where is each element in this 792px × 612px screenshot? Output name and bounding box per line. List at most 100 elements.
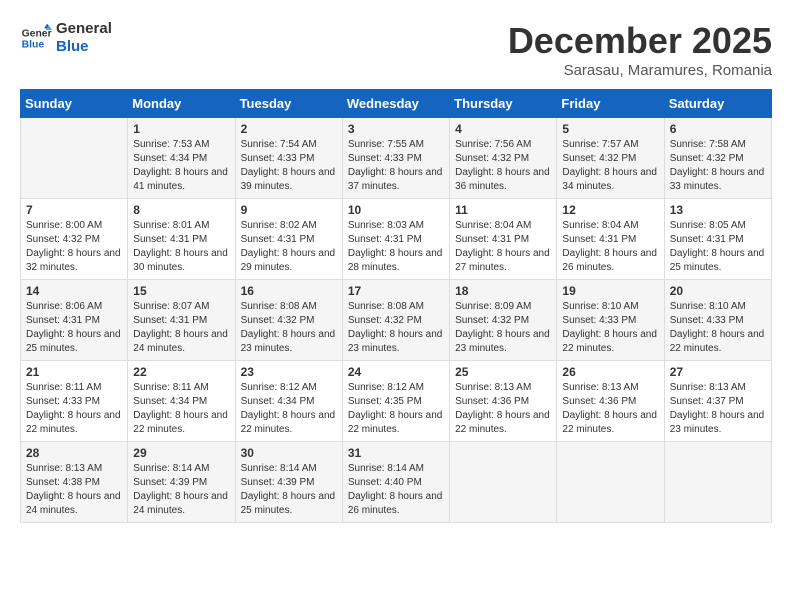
day-info: Sunrise: 8:12 AMSunset: 4:34 PMDaylight:…	[241, 381, 337, 437]
subtitle: Sarasau, Maramures, Romania	[508, 62, 772, 79]
weekday-header: Wednesday	[342, 90, 449, 118]
calendar-cell: 15Sunrise: 8:07 AMSunset: 4:31 PMDayligh…	[128, 280, 235, 361]
calendar-cell: 16Sunrise: 8:08 AMSunset: 4:32 PMDayligh…	[235, 280, 342, 361]
calendar-week-row: 1 Sunrise: 7:53 AMSunset: 4:34 PMDaylight…	[21, 118, 772, 199]
day-info: Sunrise: 8:06 AMSunset: 4:31 PMDaylight:…	[26, 300, 122, 356]
day-info: Sunrise: 8:13 AMSunset: 4:38 PMDaylight:…	[26, 462, 122, 518]
page-header: General Blue General Blue December 2025 …	[20, 20, 772, 79]
weekday-header: Saturday	[664, 90, 771, 118]
calendar-cell: 13 Sunrise: 8:05 AMSunset: 4:31 PMDayligh…	[664, 199, 771, 280]
calendar-week-row: 7Sunrise: 8:00 AMSunset: 4:32 PMDaylight…	[21, 199, 772, 280]
svg-text:General: General	[22, 28, 52, 39]
calendar-cell	[21, 118, 128, 199]
logo-icon: General Blue	[20, 22, 52, 54]
day-info: Sunrise: 8:11 AMSunset: 4:34 PMDaylight:…	[133, 381, 229, 437]
day-number: 24	[348, 365, 444, 379]
day-number: 30	[241, 446, 337, 460]
day-info: Sunrise: 8:04 AMSunset: 4:31 PMDaylight:…	[455, 219, 551, 275]
calendar-cell: 19 Sunrise: 8:10 AMSunset: 4:33 PMDayligh…	[557, 280, 664, 361]
calendar-cell: 14Sunrise: 8:06 AMSunset: 4:31 PMDayligh…	[21, 280, 128, 361]
calendar-cell: 29Sunrise: 8:14 AMSunset: 4:39 PMDayligh…	[128, 442, 235, 523]
day-number: 11	[455, 203, 551, 217]
day-number: 2	[241, 122, 337, 136]
day-number: 18	[455, 284, 551, 298]
svg-text:Blue: Blue	[22, 40, 45, 51]
calendar-body: 1 Sunrise: 7:53 AMSunset: 4:34 PMDaylight…	[21, 118, 772, 523]
day-number: 12	[562, 203, 658, 217]
day-info: Sunrise: 8:08 AMSunset: 4:32 PMDaylight:…	[241, 300, 337, 356]
day-number: 21	[26, 365, 122, 379]
day-info: Sunrise: 7:57 AMSunset: 4:32 PMDaylight:…	[562, 138, 658, 194]
calendar-cell: 11 Sunrise: 8:04 AMSunset: 4:31 PMDayligh…	[450, 199, 557, 280]
day-info: Sunrise: 8:08 AMSunset: 4:32 PMDaylight:…	[348, 300, 444, 356]
day-info: Sunrise: 8:09 AMSunset: 4:32 PMDaylight:…	[455, 300, 551, 356]
day-number: 1	[133, 122, 229, 136]
day-info: Sunrise: 8:14 AMSunset: 4:39 PMDaylight:…	[133, 462, 229, 518]
calendar-week-row: 14Sunrise: 8:06 AMSunset: 4:31 PMDayligh…	[21, 280, 772, 361]
calendar-cell: 22 Sunrise: 8:11 AMSunset: 4:34 PMDayligh…	[128, 361, 235, 442]
day-info: Sunrise: 8:10 AMSunset: 4:33 PMDaylight:…	[562, 300, 658, 356]
weekday-header: Tuesday	[235, 90, 342, 118]
calendar-cell	[450, 442, 557, 523]
day-info: Sunrise: 7:58 AMSunset: 4:32 PMDaylight:…	[670, 138, 766, 194]
day-number: 10	[348, 203, 444, 217]
day-info: Sunrise: 8:14 AMSunset: 4:39 PMDaylight:…	[241, 462, 337, 518]
calendar-cell: 8 Sunrise: 8:01 AMSunset: 4:31 PMDaylight…	[128, 199, 235, 280]
day-number: 6	[670, 122, 766, 136]
day-number: 26	[562, 365, 658, 379]
calendar-cell: 21 Sunrise: 8:11 AMSunset: 4:33 PMDayligh…	[21, 361, 128, 442]
calendar-cell: 30 Sunrise: 8:14 AMSunset: 4:39 PMDayligh…	[235, 442, 342, 523]
month-title: December 2025	[508, 20, 772, 62]
day-number: 28	[26, 446, 122, 460]
day-info: Sunrise: 8:14 AMSunset: 4:40 PMDaylight:…	[348, 462, 444, 518]
calendar-cell: 1 Sunrise: 7:53 AMSunset: 4:34 PMDaylight…	[128, 118, 235, 199]
calendar-cell	[557, 442, 664, 523]
day-info: Sunrise: 8:00 AMSunset: 4:32 PMDaylight:…	[26, 219, 122, 275]
calendar-cell: 26Sunrise: 8:13 AMSunset: 4:36 PMDayligh…	[557, 361, 664, 442]
day-number: 20	[670, 284, 766, 298]
day-number: 15	[133, 284, 229, 298]
calendar-cell: 2 Sunrise: 7:54 AMSunset: 4:33 PMDaylight…	[235, 118, 342, 199]
day-number: 31	[348, 446, 444, 460]
day-info: Sunrise: 8:03 AMSunset: 4:31 PMDaylight:…	[348, 219, 444, 275]
weekday-header: Monday	[128, 90, 235, 118]
day-info: Sunrise: 8:05 AMSunset: 4:31 PMDaylight:…	[670, 219, 766, 275]
calendar-cell: 7Sunrise: 8:00 AMSunset: 4:32 PMDaylight…	[21, 199, 128, 280]
day-info: Sunrise: 7:53 AMSunset: 4:34 PMDaylight:…	[133, 138, 229, 194]
calendar-table: SundayMondayTuesdayWednesdayThursdayFrid…	[20, 89, 772, 523]
day-number: 8	[133, 203, 229, 217]
calendar-cell: 5Sunrise: 7:57 AMSunset: 4:32 PMDaylight…	[557, 118, 664, 199]
calendar-cell: 20Sunrise: 8:10 AMSunset: 4:33 PMDayligh…	[664, 280, 771, 361]
calendar-cell: 12Sunrise: 8:04 AMSunset: 4:31 PMDayligh…	[557, 199, 664, 280]
day-info: Sunrise: 8:13 AMSunset: 4:36 PMDaylight:…	[455, 381, 551, 437]
calendar-cell: 10 Sunrise: 8:03 AMSunset: 4:31 PMDayligh…	[342, 199, 449, 280]
calendar-cell: 6 Sunrise: 7:58 AMSunset: 4:32 PMDaylight…	[664, 118, 771, 199]
calendar-cell	[664, 442, 771, 523]
day-number: 17	[348, 284, 444, 298]
calendar-cell: 25Sunrise: 8:13 AMSunset: 4:36 PMDayligh…	[450, 361, 557, 442]
day-info: Sunrise: 8:11 AMSunset: 4:33 PMDaylight:…	[26, 381, 122, 437]
day-info: Sunrise: 7:54 AMSunset: 4:33 PMDaylight:…	[241, 138, 337, 194]
day-number: 19	[562, 284, 658, 298]
day-info: Sunrise: 7:55 AMSunset: 4:33 PMDaylight:…	[348, 138, 444, 194]
calendar-cell: 4Sunrise: 7:56 AMSunset: 4:32 PMDaylight…	[450, 118, 557, 199]
day-number: 22	[133, 365, 229, 379]
day-number: 23	[241, 365, 337, 379]
calendar-week-row: 28 Sunrise: 8:13 AMSunset: 4:38 PMDayligh…	[21, 442, 772, 523]
day-info: Sunrise: 8:01 AMSunset: 4:31 PMDaylight:…	[133, 219, 229, 275]
day-info: Sunrise: 8:02 AMSunset: 4:31 PMDaylight:…	[241, 219, 337, 275]
day-number: 4	[455, 122, 551, 136]
calendar-cell: 28 Sunrise: 8:13 AMSunset: 4:38 PMDayligh…	[21, 442, 128, 523]
logo-text-general: General	[56, 20, 112, 38]
calendar-cell: 17 Sunrise: 8:08 AMSunset: 4:32 PMDayligh…	[342, 280, 449, 361]
weekday-header: Thursday	[450, 90, 557, 118]
day-info: Sunrise: 8:12 AMSunset: 4:35 PMDaylight:…	[348, 381, 444, 437]
calendar-cell: 24 Sunrise: 8:12 AMSunset: 4:35 PMDayligh…	[342, 361, 449, 442]
title-block: December 2025 Sarasau, Maramures, Romani…	[508, 20, 772, 79]
day-info: Sunrise: 8:13 AMSunset: 4:37 PMDaylight:…	[670, 381, 766, 437]
calendar-cell: 3Sunrise: 7:55 AMSunset: 4:33 PMDaylight…	[342, 118, 449, 199]
weekday-header: Friday	[557, 90, 664, 118]
calendar-cell: 18 Sunrise: 8:09 AMSunset: 4:32 PMDayligh…	[450, 280, 557, 361]
day-number: 13	[670, 203, 766, 217]
day-number: 27	[670, 365, 766, 379]
